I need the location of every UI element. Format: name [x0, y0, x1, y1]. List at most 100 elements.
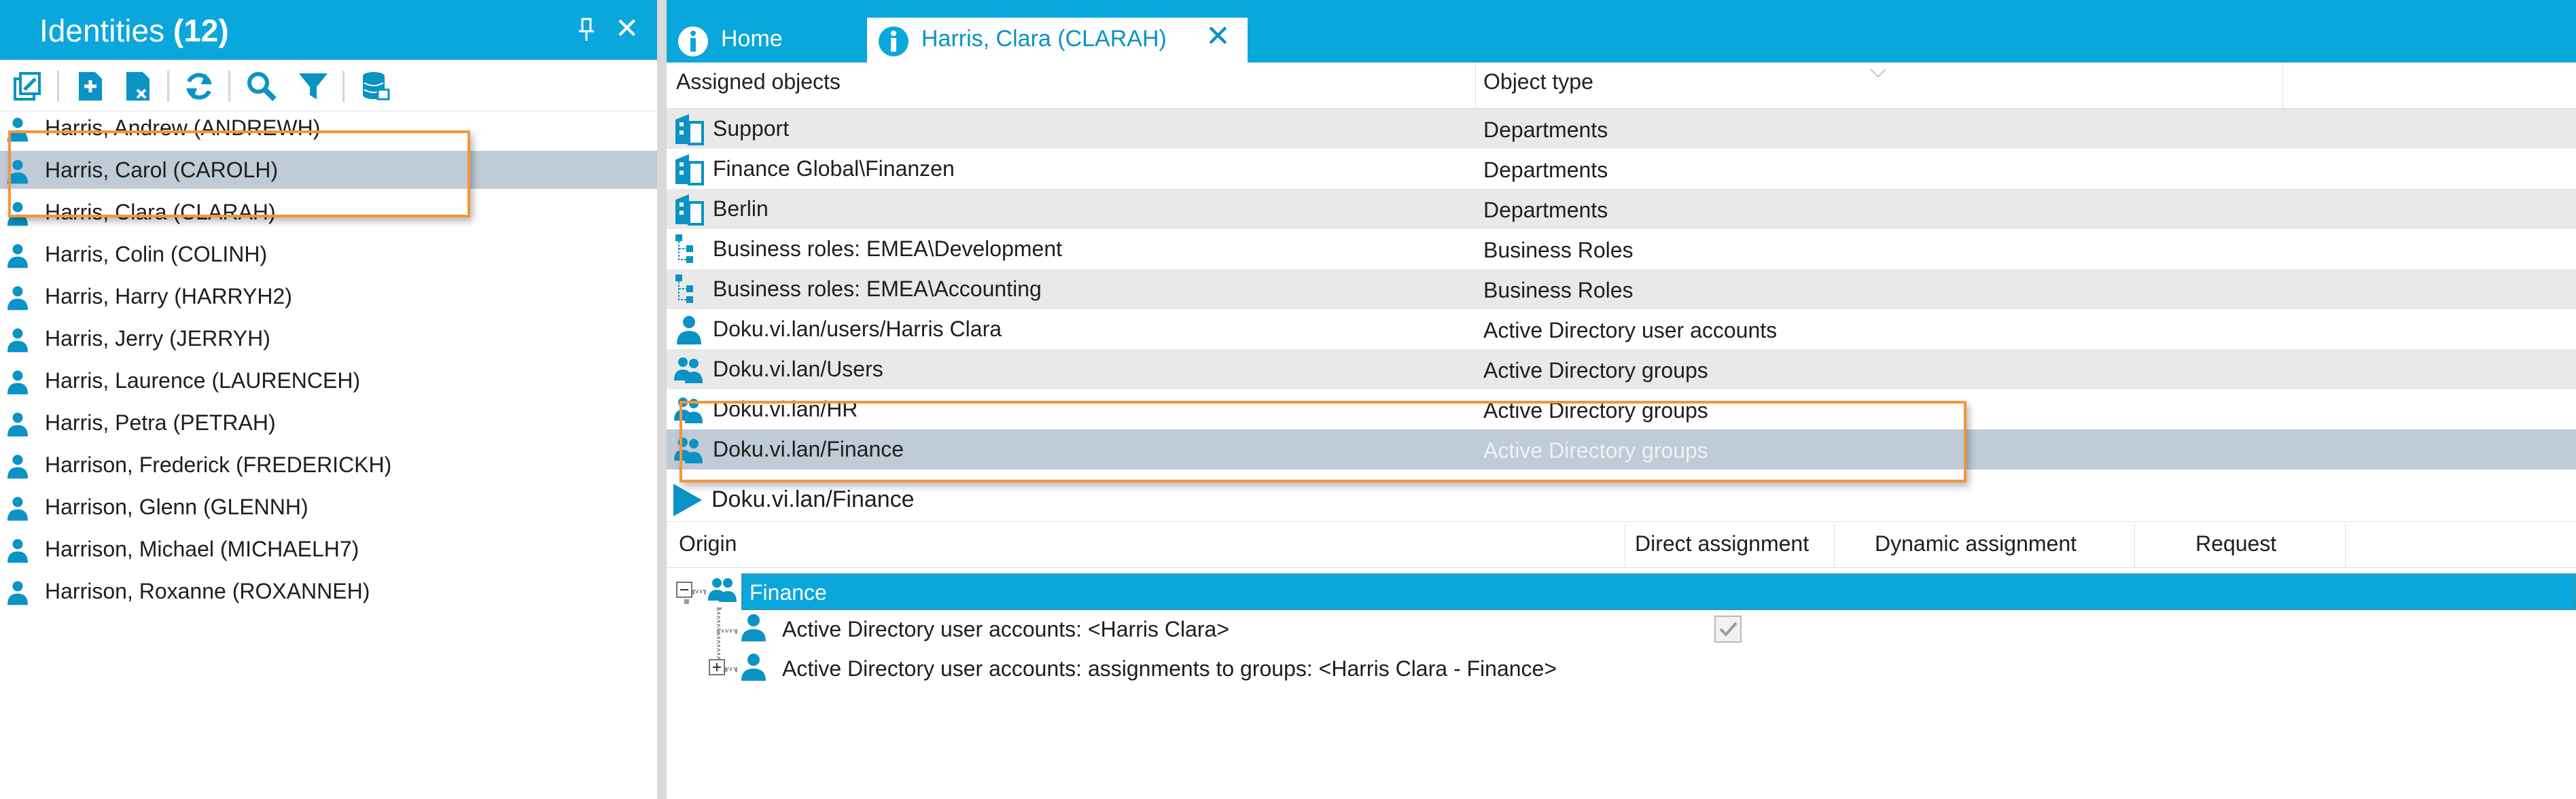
- column-divider[interactable]: [1475, 63, 1476, 109]
- object-type: Departments: [1483, 198, 1608, 222]
- table-row[interactable]: Doku.vi.lan/Users Active Directory groups: [667, 349, 2576, 389]
- department-icon: [675, 154, 704, 185]
- assigned-object-name: Business roles: EMEA\Development: [713, 236, 1062, 261]
- person-icon: [7, 370, 28, 395]
- details-panel: Home Harris, Clara (CLARAH) ✕ Assigned o…: [667, 0, 2576, 799]
- department-icon: [675, 194, 704, 226]
- identity-label: Harrison, Michael (MICHAELH7): [45, 537, 359, 561]
- identity-list-item[interactable]: Harris, Colin (COLINH): [0, 235, 657, 273]
- table-row[interactable]: Finance Global\Finanzen Departments: [667, 149, 2576, 189]
- tree-connector: [684, 599, 688, 603]
- column-header-assigned-objects[interactable]: Assigned objects: [676, 69, 841, 94]
- pin-icon[interactable]: [576, 16, 597, 43]
- search-icon[interactable]: [245, 69, 279, 103]
- detail-header: Doku.vi.lan/Finance: [667, 478, 2576, 522]
- identity-label: Harris, Jerry (JERRYH): [45, 326, 270, 351]
- identity-list-item[interactable]: Harris, Laurence (LAURENCEH): [0, 361, 657, 399]
- identity-list-item[interactable]: Harrison, Roxanne (ROXANNEH): [0, 572, 657, 610]
- user-account-icon: [741, 614, 766, 641]
- play-arrow-icon: [673, 484, 702, 516]
- highlight-box-identity: [8, 130, 470, 217]
- table-row[interactable]: Business roles: EMEA\Development Business…: [667, 229, 2576, 269]
- identity-list-item[interactable]: Harrison, Glenn (GLENNH): [0, 488, 657, 526]
- column-divider[interactable]: [2282, 63, 2283, 109]
- person-icon: [7, 412, 28, 437]
- filter-icon[interactable]: [296, 69, 330, 103]
- toolbar-separator: [342, 71, 345, 102]
- tab-bar: Home Harris, Clara (CLARAH) ✕: [667, 0, 2576, 63]
- info-icon: [678, 26, 708, 56]
- identity-label: Harrison, Frederick (FREDERICKH): [45, 452, 392, 477]
- assigned-object-name: Business roles: EMEA\Accounting: [713, 277, 1042, 301]
- table-row[interactable]: Berlin Departments: [667, 189, 2576, 229]
- highlight-box-assignment: [680, 401, 1966, 482]
- identity-label: Harrison, Roxanne (ROXANNEH): [45, 579, 370, 603]
- column-divider[interactable]: [2345, 523, 2346, 568]
- panel-splitter[interactable]: [657, 0, 667, 799]
- column-divider[interactable]: [1834, 523, 1835, 568]
- column-divider[interactable]: [2134, 523, 2135, 568]
- user-account-icon: [741, 654, 766, 681]
- column-header-object-type[interactable]: Object type: [1483, 69, 1593, 94]
- identity-count: (12): [173, 13, 229, 48]
- object-type: Departments: [1483, 118, 1608, 142]
- column-header-direct-assignment[interactable]: Direct assignment: [1635, 531, 1809, 556]
- person-icon: [7, 286, 28, 310]
- expand-node-button[interactable]: [709, 659, 725, 675]
- object-type: Departments: [1483, 158, 1608, 182]
- toolbar-separator: [228, 71, 230, 102]
- object-type: Business Roles: [1483, 238, 1634, 262]
- tree-node-finance[interactable]: Finance: [741, 573, 2576, 610]
- group-icon: [708, 578, 737, 602]
- tree-node-user-account[interactable]: Active Directory user accounts: <Harris …: [782, 617, 1229, 642]
- tree-node-group-assignment[interactable]: Active Directory user accounts: assignme…: [782, 656, 1557, 681]
- table-row[interactable]: Doku.vi.lan/users/Harris Clara Active Dir…: [667, 309, 2576, 349]
- identity-list-item[interactable]: Harris, Harry (HARRYH2): [0, 277, 657, 315]
- direct-assignment-checkbox[interactable]: [1714, 616, 1742, 643]
- assigned-object-name: Support: [713, 116, 790, 141]
- department-icon: [675, 114, 704, 145]
- column-header-origin[interactable]: Origin: [679, 531, 737, 556]
- tree-connector: [717, 629, 737, 633]
- identity-list-item[interactable]: Harris, Jerry (JERRYH): [0, 319, 657, 357]
- person-icon: [7, 539, 28, 563]
- assigned-object-name: Doku.vi.lan/Users: [713, 357, 883, 381]
- person-icon: [7, 328, 28, 353]
- person-icon: [7, 455, 28, 479]
- assigned-object-name: Berlin: [713, 196, 769, 221]
- toolbar-separator: [57, 71, 59, 102]
- refresh-icon[interactable]: [182, 69, 216, 103]
- identity-label: Harris, Colin (COLINH): [45, 242, 268, 266]
- tree-connector: [725, 667, 737, 671]
- panel-title: Identities (12): [39, 12, 229, 49]
- multi-edit-icon[interactable]: [11, 69, 45, 103]
- user-account-icon: [677, 316, 701, 344]
- table-row[interactable]: Support Departments: [667, 109, 2576, 149]
- collapse-node-button[interactable]: [676, 582, 692, 598]
- business-role-icon: [675, 274, 693, 303]
- identity-label: Harris, Harry (HARRYH2): [45, 284, 292, 308]
- tab-identity-detail[interactable]: Harris, Clara (CLARAH) ✕: [867, 18, 1248, 63]
- origin-grid-header: Origin Direct assignment Dynamic assignm…: [667, 523, 2576, 568]
- table-row[interactable]: Business roles: EMEA\Accounting Business …: [667, 269, 2576, 309]
- identity-label: Harrison, Glenn (GLENNH): [45, 495, 308, 519]
- identities-toolbar: [0, 61, 657, 111]
- origin-tree: Finance Active Directory user accounts: …: [667, 568, 2576, 772]
- identity-list-item[interactable]: Harris, Petra (PETRAH): [0, 404, 657, 442]
- identity-list-item[interactable]: Harrison, Michael (MICHAELH7): [0, 530, 657, 568]
- tab-home[interactable]: Home: [667, 18, 864, 63]
- identity-label: Harris, Laurence (LAURENCEH): [45, 368, 361, 393]
- delete-icon[interactable]: [121, 69, 155, 103]
- close-panel-button[interactable]: ✕: [615, 12, 639, 45]
- column-header-request[interactable]: Request: [2195, 531, 2276, 556]
- database-icon[interactable]: [359, 69, 393, 103]
- assigned-objects-header: Assigned objects Object type: [667, 63, 2576, 109]
- object-type: Active Directory user accounts: [1483, 318, 1778, 342]
- tab-home-label: Home: [721, 26, 783, 52]
- new-icon[interactable]: [73, 69, 107, 103]
- sort-chevron-down-icon[interactable]: [1869, 68, 1887, 79]
- close-tab-button[interactable]: ✕: [1205, 19, 1231, 54]
- column-header-dynamic-assignment[interactable]: Dynamic assignment: [1875, 531, 2077, 556]
- identity-list-item[interactable]: Harrison, Frederick (FREDERICKH): [0, 446, 657, 484]
- assigned-object-name: Doku.vi.lan/users/Harris Clara: [713, 317, 1002, 341]
